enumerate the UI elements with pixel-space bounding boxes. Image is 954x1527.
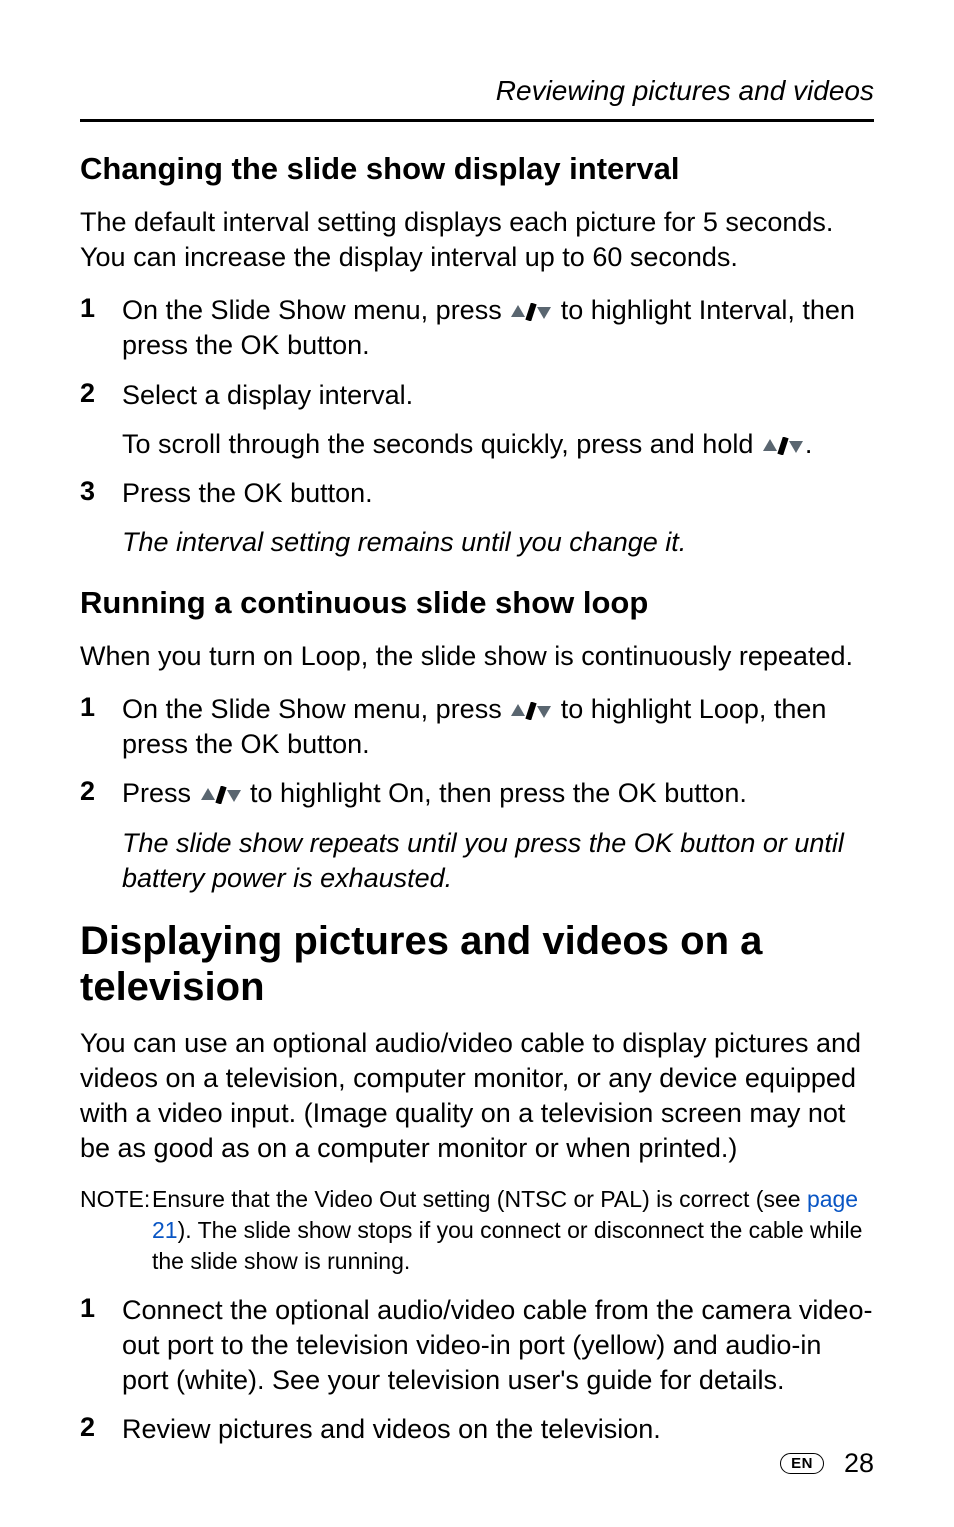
step-number: 2 [80,776,122,811]
section3-intro: You can use an optional audio/video cabl… [80,1026,874,1166]
page-number: 28 [844,1448,874,1479]
scroll-hint: To scroll through the seconds quickly, p… [122,427,874,462]
section1-intro: The default interval setting displays ea… [80,205,874,275]
list-item: 2 Review pictures and videos on the tele… [80,1412,874,1447]
step-text-post: to highlight On, then press the OK butto… [243,778,747,808]
chapter-title: Reviewing pictures and videos [80,75,874,107]
list-item: 2 Press to highlight On, then press the … [80,776,874,811]
note-post: ). The slide show stops if you connect o… [152,1217,862,1274]
step-text-pre: Press [122,778,199,808]
step-number: 2 [80,378,122,413]
section-heading-loop: Running a continuous slide show loop [80,584,874,621]
section-heading-tv: Displaying pictures and videos on a tele… [80,918,874,1010]
step-number: 1 [80,293,122,363]
up-down-arrow-icon [199,778,243,808]
step-text-pre: On the Slide Show menu, press [122,295,509,325]
step-text: Select a display interval. [122,378,874,413]
note-body: Ensure that the Video Out setting (NTSC … [152,1184,874,1277]
step-text: Review pictures and videos on the televi… [122,1412,874,1447]
list-item: 2 Select a display interval. [80,378,874,413]
page-footer: EN 28 [780,1448,874,1479]
step-text: Press to highlight On, then press the OK… [122,776,874,811]
step-number: 2 [80,1412,122,1447]
step-number: 1 [80,1293,122,1398]
language-badge: EN [780,1453,824,1474]
step-number: 3 [80,476,122,511]
list-item: 1 On the Slide Show menu, press to highl… [80,692,874,762]
section1-result: The interval setting remains until you c… [122,525,874,560]
scroll-hint-pre: To scroll through the seconds quickly, p… [122,429,761,459]
section2-intro: When you turn on Loop, the slide show is… [80,639,874,674]
note-label: NOTE: [80,1184,152,1277]
section-heading-interval: Changing the slide show display interval [80,150,874,187]
list-item: 1 Connect the optional audio/video cable… [80,1293,874,1398]
list-item: 3 Press the OK button. [80,476,874,511]
up-down-arrow-icon [509,694,553,724]
step-text: On the Slide Show menu, press to highlig… [122,692,874,762]
step-text: Connect the optional audio/video cable f… [122,1293,874,1398]
step-text: On the Slide Show menu, press to highlig… [122,293,874,363]
up-down-arrow-icon [509,295,553,325]
note-pre: Ensure that the Video Out setting (NTSC … [152,1186,807,1212]
step-text-pre: On the Slide Show menu, press [122,694,509,724]
step-text: Press the OK button. [122,476,874,511]
step-number: 1 [80,692,122,762]
note: NOTE: Ensure that the Video Out setting … [80,1184,874,1277]
section2-result: The slide show repeats until you press t… [122,826,874,896]
header-divider [80,119,874,122]
up-down-arrow-icon [761,429,805,459]
scroll-hint-post: . [805,429,813,459]
list-item: 1 On the Slide Show menu, press to highl… [80,293,874,363]
